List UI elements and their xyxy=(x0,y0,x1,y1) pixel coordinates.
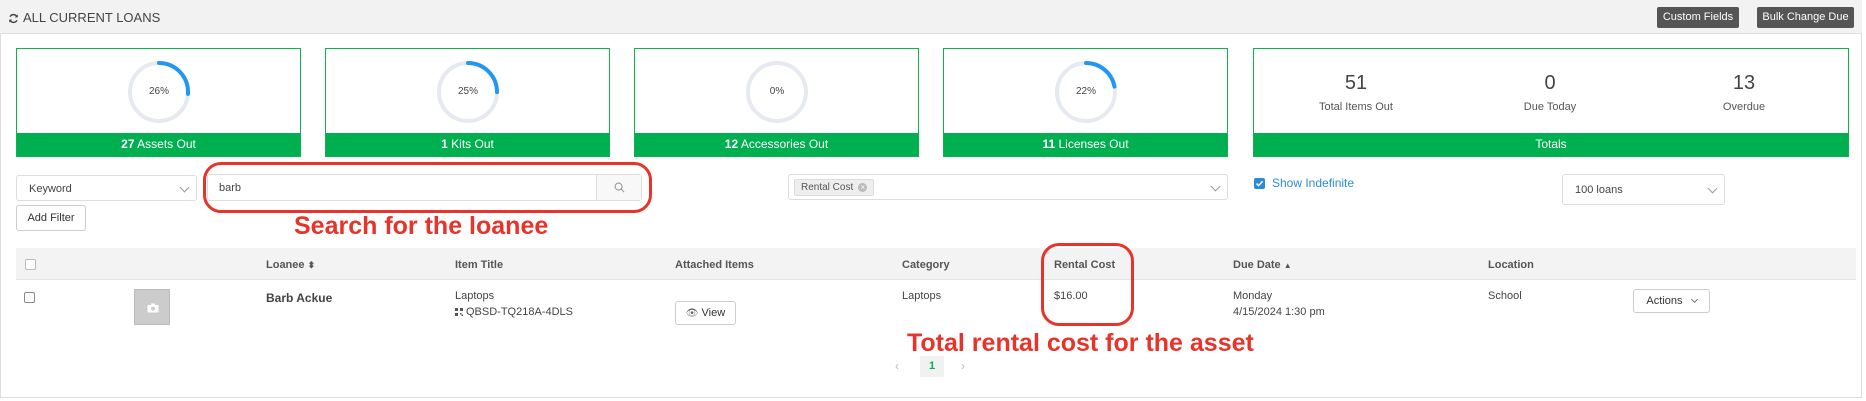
actions-dropdown[interactable]: Actions xyxy=(1633,289,1710,313)
item-code: QBSD-TQ218A-4DLS xyxy=(455,306,573,318)
total-items-out-label: Total Items Out xyxy=(1319,101,1393,113)
kits-gauge-percent: 25% xyxy=(457,86,478,97)
totals-card: 51 Total Items Out 0 Due Today 13 Overdu… xyxy=(1253,48,1849,157)
kits-out-footer: 1 Kits Out xyxy=(326,133,609,156)
total-items-out-value: 51 xyxy=(1344,72,1368,94)
assets-out-label: Assets Out xyxy=(137,137,196,151)
kits-gauge: 25% xyxy=(435,59,501,125)
avatar xyxy=(134,289,170,325)
licenses-gauge-percent: 22% xyxy=(1075,86,1096,97)
column-header-due-date-text: Due Date xyxy=(1233,259,1281,271)
search-annotation: Search for the loanee xyxy=(294,212,549,240)
accessories-out-footer: 12 Accessories Out xyxy=(635,133,918,156)
remove-tag-icon[interactable]: × xyxy=(858,183,868,192)
rental-cost-tag: Rental Cost × xyxy=(794,179,875,196)
column-header-loanee[interactable]: Loanee ⬍ xyxy=(266,259,315,271)
sort-icon: ⬍ xyxy=(307,260,316,270)
due-today-value: 0 xyxy=(1544,72,1556,94)
category-value: Laptops xyxy=(902,290,942,302)
page-size-select[interactable]: 100 loans xyxy=(1562,174,1725,205)
column-header-category[interactable]: Category xyxy=(902,259,950,271)
row-checkbox[interactable] xyxy=(24,292,35,303)
overdue: 13 Overdue xyxy=(1664,72,1824,113)
totals-footer: Totals xyxy=(1254,133,1848,156)
item-title[interactable]: Laptops xyxy=(455,290,494,302)
chevron-down-icon xyxy=(1707,183,1718,194)
column-header-due-date[interactable]: Due Date ▲ xyxy=(1233,259,1292,271)
loanee-name[interactable]: Barb Ackue xyxy=(266,291,332,305)
licenses-gauge: 22% xyxy=(1053,59,1119,125)
assets-out-count: 27 xyxy=(121,137,135,151)
total-items-out: 51 Total Items Out xyxy=(1276,72,1436,113)
chevron-down-icon xyxy=(1690,295,1698,304)
current-page[interactable]: 1 xyxy=(920,356,944,377)
accessories-gauge: 0% xyxy=(744,59,810,125)
chevron-down-icon xyxy=(179,182,190,193)
view-attached-label: View xyxy=(701,307,726,319)
prev-page-icon[interactable]: ‹ xyxy=(895,359,899,373)
location-value: School xyxy=(1488,290,1522,302)
licenses-out-label: Licenses Out xyxy=(1058,137,1129,151)
panel-title-text: ALL CURRENT LOANS xyxy=(23,10,161,25)
assets-out-footer: 27 Assets Out xyxy=(17,133,300,156)
columns-select[interactable]: Rental Cost × xyxy=(788,174,1228,200)
column-header-loanee-text: Loanee xyxy=(266,259,305,271)
table-header: Loanee ⬍ Item Title Attached Items Categ… xyxy=(16,248,1856,280)
keyword-select[interactable]: Keyword xyxy=(16,175,197,201)
assets-gauge: 26% xyxy=(126,59,192,125)
rental-cost-highlight-box xyxy=(1041,243,1134,326)
kits-out-label: Kits Out xyxy=(451,137,494,151)
add-filter-button[interactable]: Add Filter xyxy=(16,205,86,231)
stat-card-licenses: 22% 11 Licenses Out xyxy=(943,48,1228,157)
accessories-gauge-percent: 0% xyxy=(769,86,785,97)
column-header-location[interactable]: Location xyxy=(1488,259,1534,271)
show-indefinite-label: Show Indefinite xyxy=(1272,176,1355,190)
bulk-change-due-button[interactable]: Bulk Change Due xyxy=(1757,7,1854,28)
rental-cost-annotation: Total rental cost for the asset xyxy=(907,329,1254,357)
next-page-icon[interactable]: › xyxy=(961,359,965,373)
show-indefinite-checkbox[interactable] xyxy=(1254,177,1265,189)
assets-gauge-percent: 26% xyxy=(148,86,169,97)
column-header-attached-items[interactable]: Attached Items xyxy=(675,259,754,271)
due-today: 0 Due Today xyxy=(1470,72,1630,113)
show-indefinite-toggle[interactable]: Show Indefinite xyxy=(1254,176,1354,190)
panel-header: ALL CURRENT LOANS Custom Fields Bulk Cha… xyxy=(0,0,1862,34)
sort-asc-icon: ▲ xyxy=(1283,261,1292,270)
stat-card-kits: 25% 1 Kits Out xyxy=(325,48,610,157)
select-all-checkbox[interactable] xyxy=(25,259,36,270)
overdue-label: Overdue xyxy=(1722,101,1766,113)
refresh-icon[interactable] xyxy=(8,12,19,24)
accessories-out-count: 12 xyxy=(724,137,739,151)
actions-label: Actions xyxy=(1646,295,1683,307)
keyword-select-value: Keyword xyxy=(29,183,72,195)
kits-out-count: 1 xyxy=(441,137,448,151)
accessories-out-label: Accessories Out xyxy=(740,137,829,151)
column-header-item-title[interactable]: Item Title xyxy=(455,259,503,271)
item-code-text: QBSD-TQ218A-4DLS xyxy=(466,306,573,318)
rental-cost-tag-label: Rental Cost xyxy=(801,182,854,193)
stat-card-assets: 26% 27 Assets Out xyxy=(16,48,301,157)
camera-icon xyxy=(147,303,159,313)
due-datetime: 4/15/2024 1:30 pm xyxy=(1233,306,1325,318)
view-attached-button[interactable]: 👁 View xyxy=(675,301,736,325)
eye-icon: 👁 xyxy=(685,308,699,319)
stat-card-accessories: 0% 12 Accessories Out xyxy=(634,48,919,157)
custom-fields-button[interactable]: Custom Fields xyxy=(1657,7,1739,28)
panel-title: ALL CURRENT LOANS xyxy=(8,10,160,25)
due-day: Monday xyxy=(1233,290,1273,302)
qr-code-icon xyxy=(455,308,463,316)
chevron-down-icon xyxy=(1210,181,1221,192)
licenses-out-count: 11 xyxy=(1042,137,1056,151)
licenses-out-footer: 11 Licenses Out xyxy=(944,133,1227,156)
page-size-value: 100 loans xyxy=(1575,184,1623,196)
overdue-value: 13 xyxy=(1732,72,1756,94)
due-today-label: Due Today xyxy=(1523,101,1577,113)
search-highlight-box xyxy=(203,162,652,213)
